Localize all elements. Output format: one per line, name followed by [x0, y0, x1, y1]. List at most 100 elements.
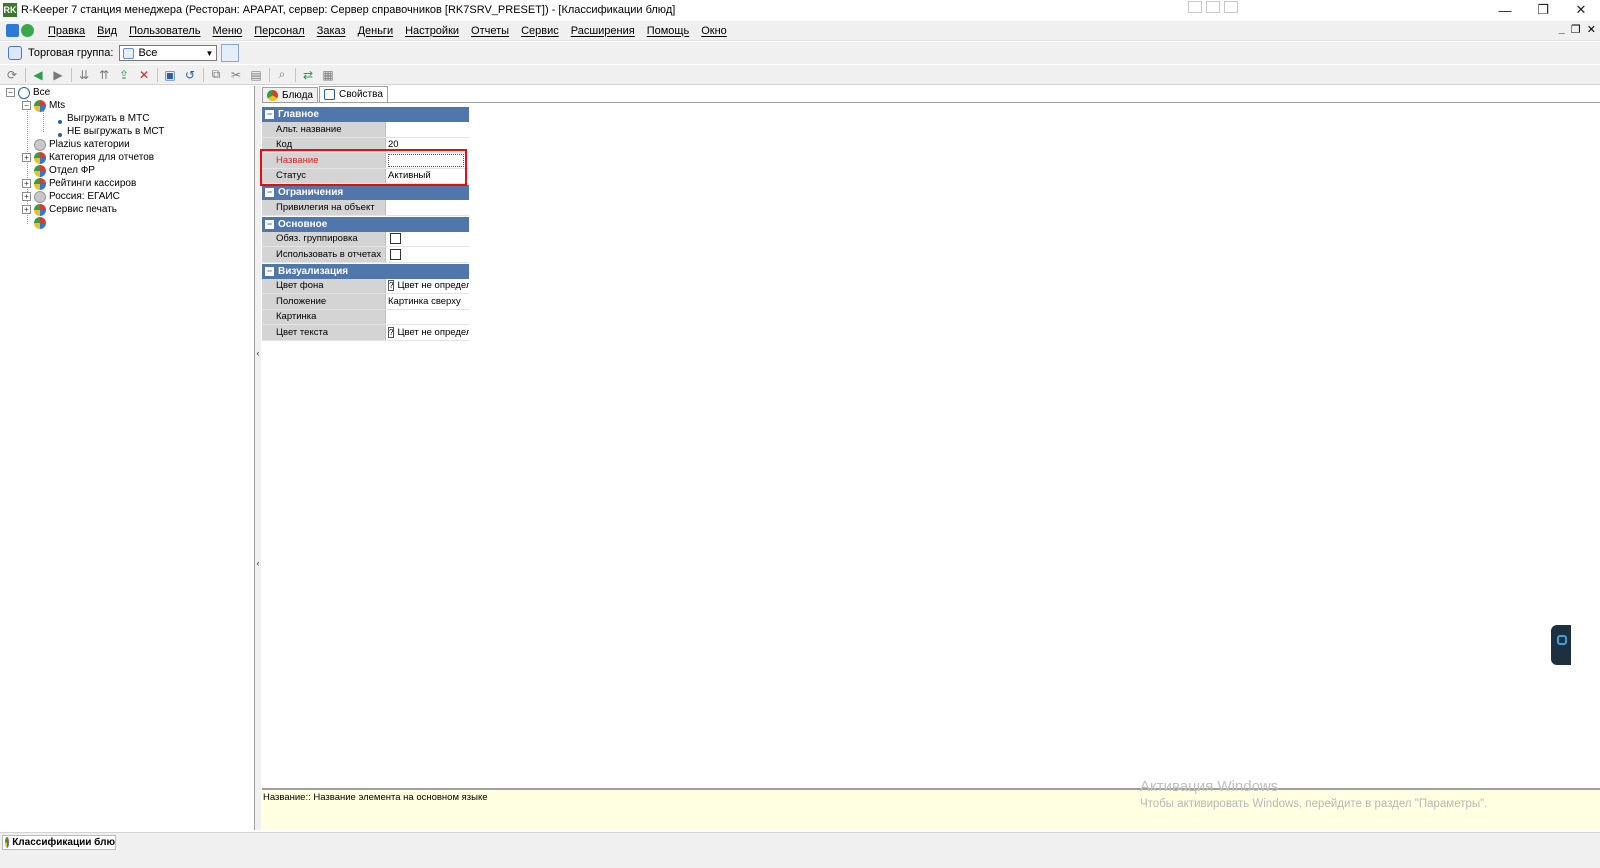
expand-icon[interactable]: + — [22, 179, 31, 188]
trade-group-bar: Торговая группа: Все ▼ — [0, 42, 1600, 64]
text-color-field[interactable]: ? Цвет не определ — [386, 325, 469, 340]
tree-node-no-export-mct[interactable]: НЕ выгружать в МСТ — [58, 125, 164, 138]
close-button[interactable]: ✕ — [1562, 0, 1600, 20]
collapse-icon[interactable]: − — [22, 101, 31, 110]
section-visualization[interactable]: − Визуализация — [262, 263, 469, 279]
collapse-left-icon[interactable]: ‹ — [255, 558, 261, 568]
grid-icon[interactable]: ▦ — [320, 67, 336, 83]
tree-node-export-mts[interactable]: Выгружать в МТС — [58, 112, 149, 125]
mandatory-group-checkbox[interactable] — [390, 233, 401, 245]
menu-staff[interactable]: Персонал — [248, 25, 311, 37]
mdi-close-button[interactable]: ✕ — [1587, 23, 1596, 36]
picture-field[interactable] — [386, 309, 469, 324]
chevron-down-icon[interactable] — [1224, 1, 1238, 13]
link-icon[interactable]: ⇄ — [300, 67, 316, 83]
trade-group-settings-button[interactable] — [221, 44, 240, 62]
menu-edit[interactable]: Правка — [42, 25, 91, 37]
tree-node-report-category[interactable]: + Категория для отчетов — [22, 151, 154, 164]
expand-icon[interactable]: + — [22, 153, 31, 162]
mdi-minimize-button[interactable]: _ — [1559, 23, 1565, 36]
minimize-button[interactable]: — — [1486, 0, 1524, 20]
prop-text-color[interactable]: Цвет текста ? Цвет не определ — [262, 325, 469, 341]
tree-node-print-service[interactable]: + Сервис печать — [22, 203, 117, 216]
prop-label: Картинка — [262, 309, 386, 324]
tree-node-egais[interactable]: + Россия: ЕГАИС — [22, 190, 120, 203]
collapse-icon[interactable]: − — [265, 110, 274, 119]
section-restrictions[interactable]: − Ограничения — [262, 185, 469, 200]
tree-node-label: НЕ выгружать в МСТ — [67, 126, 165, 137]
collapse-icon[interactable]: − — [265, 219, 274, 229]
classification-tree: − Все − Mts Выгружать в МТС НЕ выгружать… — [0, 86, 255, 830]
use-in-reports-checkbox[interactable] — [390, 248, 401, 260]
prop-privilege[interactable]: Привилегия на объект — [262, 200, 469, 216]
collapse-icon[interactable]: − — [265, 266, 274, 276]
tree-node-plazius[interactable]: Plazius категории — [34, 138, 130, 151]
menu-order[interactable]: Заказ — [311, 25, 352, 37]
trade-group-select[interactable]: Все ▼ — [119, 45, 218, 61]
undo-icon[interactable]: ↺ — [182, 67, 198, 83]
position-field[interactable]: Картинка сверху — [386, 294, 469, 309]
export-icon[interactable]: ⇪ — [116, 67, 132, 83]
copy-up-icon[interactable]: ⇈ — [96, 67, 112, 83]
tab-dishes[interactable]: Блюда — [262, 87, 318, 102]
privilege-field[interactable] — [386, 200, 469, 215]
category-dot-icon — [58, 119, 62, 124]
prop-bg-color[interactable]: Цвет фона ? Цвет не определ — [262, 278, 469, 294]
menu-window[interactable]: Окно — [695, 25, 733, 37]
layout-icon[interactable] — [1188, 1, 1202, 13]
classification-icon — [34, 164, 46, 177]
back-icon[interactable]: ◀ — [30, 67, 46, 83]
refresh-icon[interactable]: ⟳ — [4, 67, 20, 83]
prop-use-in-reports[interactable]: Использовать в отчетах — [262, 247, 469, 263]
cut-icon[interactable]: ✂ — [228, 67, 244, 83]
menu-money[interactable]: Деньги — [352, 25, 400, 37]
menu-user[interactable]: Пользователь — [123, 25, 206, 37]
alt-name-field[interactable] — [386, 122, 469, 137]
tree-node-new[interactable] — [34, 216, 49, 229]
menu-settings[interactable]: Настройки — [399, 25, 465, 37]
bg-color-value: Цвет не определ — [397, 280, 469, 292]
paste-icon[interactable]: ▤ — [248, 67, 264, 83]
section-label: Ограничения — [278, 187, 344, 198]
root-icon — [18, 86, 30, 99]
section-basic[interactable]: − Основное — [262, 216, 469, 232]
prop-alt-name[interactable]: Альт. название — [262, 122, 469, 138]
menu-service[interactable]: Сервис — [515, 25, 565, 37]
save-icon[interactable]: ▣ — [162, 67, 178, 83]
menu-extensions[interactable]: Расширения — [565, 25, 641, 37]
tree-node-fr-dept[interactable]: Отдел ФР — [34, 164, 95, 177]
mdi-doc-icon[interactable] — [6, 24, 19, 37]
copy-down-icon[interactable]: ⇊ — [76, 67, 92, 83]
tree-node-mts[interactable]: − Mts — [22, 99, 65, 112]
menu-help[interactable]: Помощь — [641, 25, 696, 37]
tab-properties[interactable]: Свойства — [318, 86, 388, 102]
expand-icon[interactable]: + — [22, 205, 31, 214]
toolbar-separator — [25, 67, 26, 82]
restore-button[interactable]: ❐ — [1524, 0, 1562, 20]
section-main[interactable]: − Главное — [262, 107, 469, 122]
mdi-restore-button[interactable]: ❐ — [1571, 23, 1581, 36]
tree-node-root[interactable]: − Все — [6, 86, 50, 99]
tab-label: Блюда — [282, 89, 313, 101]
duplicate-icon[interactable]: ⧉ — [208, 67, 224, 83]
expand-icon[interactable]: + — [22, 192, 31, 201]
prop-position[interactable]: Положение Картинка сверху — [262, 294, 469, 310]
prop-mandatory-group[interactable]: Обяз. группировка — [262, 231, 469, 247]
panel-splitter[interactable]: ‹ ‹ — [255, 86, 261, 830]
menu-menu[interactable]: Меню — [206, 25, 248, 37]
bg-color-field[interactable]: ? Цвет не определ — [386, 278, 469, 293]
menu-view[interactable]: Вид — [91, 25, 123, 37]
forward-icon[interactable]: ▶ — [50, 67, 66, 83]
menu-reports[interactable]: Отчеты — [465, 25, 515, 37]
collapse-left-icon[interactable]: ‹ — [255, 348, 261, 358]
tree-node-label: Россия: ЕГАИС — [49, 191, 120, 202]
collapse-icon[interactable]: − — [6, 88, 15, 97]
delete-icon[interactable]: ✕ — [136, 67, 152, 83]
teamviewer-widget[interactable] — [1551, 625, 1571, 665]
expand-icon[interactable] — [1206, 1, 1220, 13]
tree-node-cashier-ratings[interactable]: + Рейтинги кассиров — [22, 177, 136, 190]
search-icon[interactable]: ⌕ — [274, 67, 290, 83]
window-task-button[interactable]: Классификации блю — [2, 835, 116, 850]
collapse-icon[interactable]: − — [265, 188, 274, 197]
prop-picture[interactable]: Картинка — [262, 309, 469, 325]
